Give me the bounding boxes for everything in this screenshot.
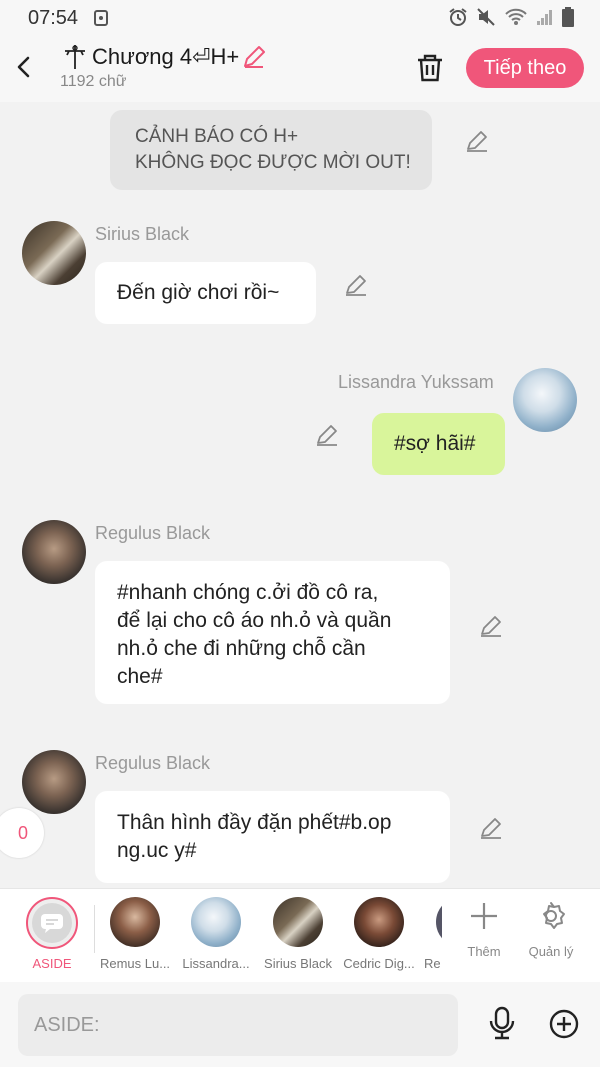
edit-icon[interactable] bbox=[478, 613, 504, 639]
edit-title-icon[interactable] bbox=[241, 44, 267, 70]
avatar-sirius-black[interactable] bbox=[22, 221, 86, 285]
message-line: che# bbox=[117, 665, 163, 688]
message-line: nh.ỏ che đi những chỗ cần bbox=[117, 637, 366, 660]
chapter-title-row[interactable]: Chương 4⏎H+ bbox=[60, 44, 267, 70]
message-line: để lại cho cô áo nh.ỏ và quần bbox=[117, 609, 392, 632]
edit-icon[interactable] bbox=[478, 815, 504, 841]
dagger-cross-icon bbox=[65, 45, 85, 69]
avatar bbox=[273, 897, 323, 947]
avatar bbox=[354, 897, 404, 947]
message-text: #sợ hãi# bbox=[394, 432, 476, 455]
message-bubble[interactable]: Đến giờ chơi rồi~ bbox=[95, 262, 316, 324]
status-time: 07:54 bbox=[28, 7, 79, 29]
character-name: Re bbox=[424, 956, 441, 971]
edit-icon[interactable] bbox=[464, 128, 490, 154]
screenshot-notification-icon bbox=[94, 10, 108, 26]
warning-line-1: CẢNH BÁO CÓ H+ bbox=[135, 126, 299, 147]
plus-icon bbox=[471, 903, 497, 929]
character-bar: ASIDE Remus Lu... Lissandra... Sirius Bl… bbox=[0, 888, 600, 983]
chapter-title-block: Chương 4⏎H+ 1192 chữ bbox=[60, 44, 267, 91]
message-line: #nhanh chóng c.ởi đồ cô ra, bbox=[117, 581, 379, 604]
character-name: Sirius Black bbox=[264, 956, 332, 971]
add-circle-icon[interactable] bbox=[548, 1008, 580, 1040]
sender-name: Regulus Black bbox=[95, 753, 211, 773]
manage-label: Quản lý bbox=[528, 944, 574, 959]
sender-name: Regulus Black bbox=[95, 523, 211, 543]
character-name: Cedric Dig... bbox=[343, 956, 415, 971]
chat-bubble-icon bbox=[41, 914, 63, 933]
warning-line-2: KHÔNG ĐỌC ĐƯỢC MỜI OUT! bbox=[135, 152, 411, 173]
wifi-icon bbox=[505, 8, 527, 25]
character-cedric[interactable]: Cedric Dig... bbox=[342, 897, 416, 971]
character-partial[interactable]: Re bbox=[424, 897, 442, 971]
avatar-regulus-black[interactable] bbox=[22, 750, 86, 814]
avatar bbox=[110, 897, 160, 947]
message-bubble-self[interactable]: #sợ hãi# bbox=[372, 413, 505, 475]
edit-icon[interactable] bbox=[343, 272, 369, 298]
message-bubble[interactable]: Thân hình đầy đặn phết#b.op ng.uc y# bbox=[95, 791, 450, 883]
trash-icon[interactable] bbox=[414, 52, 446, 84]
add-label: Thêm bbox=[467, 944, 501, 959]
message-line: ng.uc y# bbox=[117, 839, 197, 862]
message-line: Thân hình đầy đặn phết#b.op bbox=[117, 811, 392, 834]
avatar-lissandra-yukssam[interactable] bbox=[513, 368, 577, 432]
chat-area[interactable]: CẢNH BÁO CÓ H+ KHÔNG ĐỌC ĐƯỢC MỜI OUT! S… bbox=[0, 102, 600, 888]
composer-bar: ASIDE: bbox=[0, 982, 600, 1067]
back-arrow-icon[interactable] bbox=[12, 52, 36, 82]
chapter-header: Chương 4⏎H+ 1192 chữ Tiếp theo bbox=[0, 36, 600, 102]
message-input[interactable]: ASIDE: bbox=[18, 994, 458, 1056]
microphone-icon[interactable] bbox=[486, 1006, 518, 1040]
character-name: Lissandra... bbox=[182, 956, 250, 971]
add-character-button[interactable]: Thêm bbox=[454, 901, 514, 959]
divider bbox=[94, 905, 95, 953]
gear-icon bbox=[543, 902, 565, 929]
aside-tab[interactable] bbox=[26, 897, 78, 949]
alarm-icon bbox=[449, 8, 467, 26]
character-sirius[interactable]: Sirius Black bbox=[261, 897, 335, 971]
next-button[interactable]: Tiếp theo bbox=[466, 48, 584, 88]
character-lissandra[interactable]: Lissandra... bbox=[179, 897, 253, 971]
sender-name: Lissandra Yukssam bbox=[338, 372, 494, 392]
word-count: 1192 chữ bbox=[60, 73, 127, 90]
message-bubble[interactable]: #nhanh chóng c.ởi đồ cô ra, để lại cho c… bbox=[95, 561, 450, 704]
chapter-title: Chương 4⏎H+ bbox=[92, 44, 240, 69]
avatar bbox=[191, 897, 241, 947]
character-remus[interactable]: Remus Lu... bbox=[98, 897, 172, 971]
message-text: Đến giờ chơi rồi~ bbox=[117, 281, 280, 304]
aside-avatar bbox=[32, 903, 72, 943]
avatar bbox=[436, 897, 442, 947]
avatar-regulus-black[interactable] bbox=[22, 520, 86, 584]
signal-icon bbox=[537, 10, 552, 25]
edit-icon[interactable] bbox=[314, 422, 340, 448]
sender-name: Sirius Black bbox=[95, 224, 190, 244]
status-bar: 07:54 bbox=[0, 0, 600, 36]
mute-icon bbox=[477, 8, 495, 26]
aside-label: ASIDE bbox=[32, 956, 72, 971]
manage-characters-button[interactable]: Quản lý bbox=[521, 901, 581, 959]
character-name: Remus Lu... bbox=[99, 956, 171, 971]
battery-icon bbox=[562, 7, 574, 27]
system-warning-bubble[interactable]: CẢNH BÁO CÓ H+ KHÔNG ĐỌC ĐƯỢC MỜI OUT! bbox=[110, 110, 432, 190]
